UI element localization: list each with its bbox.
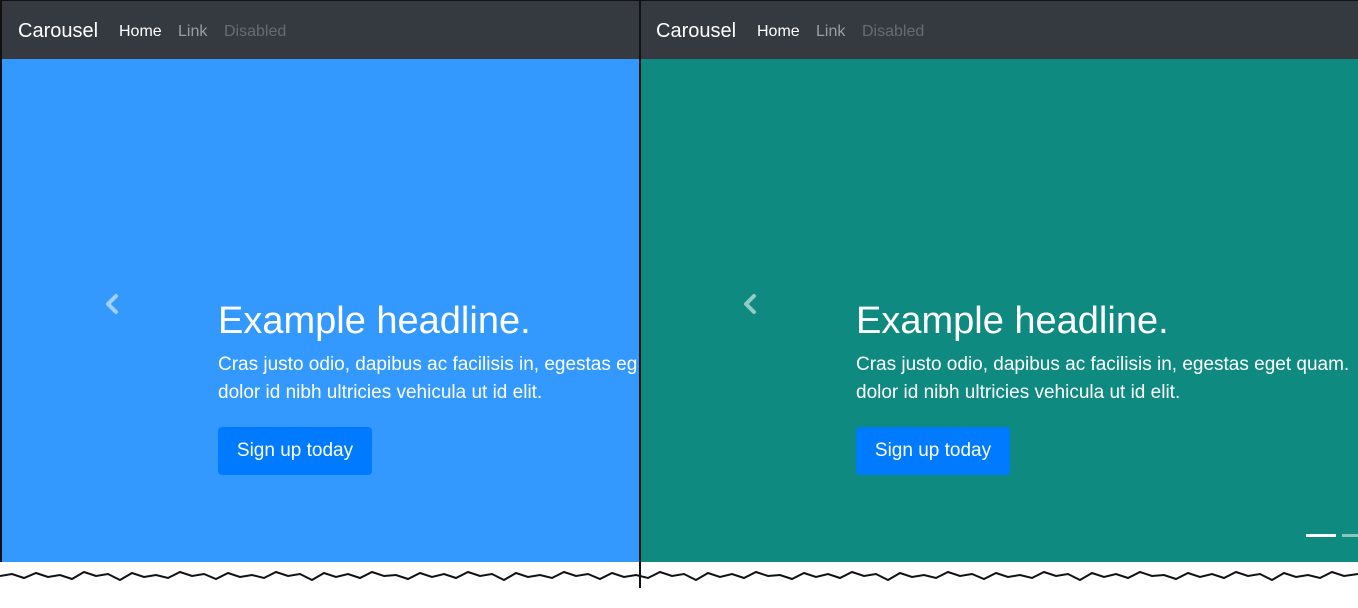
nav-link-disabled: Disabled — [862, 23, 925, 40]
panel-divider — [639, 0, 641, 588]
navbar: Carousel Home Link Disabled — [2, 1, 640, 59]
chevron-left-icon — [744, 294, 756, 314]
carousel-window-left: Carousel Home Link Disabled Example head… — [0, 0, 640, 562]
nav-link-home[interactable]: Home — [119, 22, 162, 42]
slide-lead: Cras justo odio, dapibus ac facilisis in… — [218, 351, 640, 407]
carousel-slide: Example headline. Cras justo odio, dapib… — [640, 59, 1358, 562]
slide-lead-line-1: Cras justo odio, dapibus ac facilisis in… — [856, 354, 1350, 375]
carousel-indicators — [1298, 534, 1358, 537]
slide-lead-line-2: dolor id nibh ultricies vehicula ut id e… — [856, 382, 1181, 403]
slide-lead-line-1: Cras justo odio, dapibus ac facilisis in… — [218, 354, 638, 375]
torn-edge-divider — [0, 570, 1358, 582]
screenshot-stage: Carousel Home Link Disabled Example head… — [0, 0, 1358, 608]
carousel-prev-control[interactable] — [730, 284, 770, 324]
nav-link-link[interactable]: Link — [816, 22, 845, 42]
nav-link-disabled: Disabled — [224, 23, 287, 40]
navbar-brand[interactable]: Carousel — [18, 19, 98, 43]
sign-up-button[interactable]: Sign up today — [218, 427, 372, 475]
slide-headline: Example headline. — [218, 300, 531, 342]
carousel-slide: Example headline. Cras justo odio, dapib… — [2, 59, 640, 562]
navbar-brand[interactable]: Carousel — [656, 19, 736, 43]
nav-link-home[interactable]: Home — [757, 22, 800, 42]
carousel-prev-control[interactable] — [92, 284, 132, 324]
nav-link-link[interactable]: Link — [178, 22, 207, 42]
navbar: Carousel Home Link Disabled — [640, 1, 1358, 59]
slide-headline: Example headline. — [856, 300, 1169, 342]
slide-lead-line-2: dolor id nibh ultricies vehicula ut id e… — [218, 382, 543, 403]
carousel-caption: Example headline. Cras justo odio, dapib… — [218, 299, 640, 407]
chevron-left-icon — [106, 294, 118, 314]
carousel-window-right: Carousel Home Link Disabled Example head… — [640, 0, 1358, 562]
carousel-caption: Example headline. Cras justo odio, dapib… — [856, 299, 1358, 407]
sign-up-button[interactable]: Sign up today — [856, 427, 1010, 475]
carousel-indicator-active[interactable] — [1306, 534, 1336, 537]
carousel-indicator[interactable] — [1342, 534, 1358, 537]
slide-lead: Cras justo odio, dapibus ac facilisis in… — [856, 351, 1358, 407]
